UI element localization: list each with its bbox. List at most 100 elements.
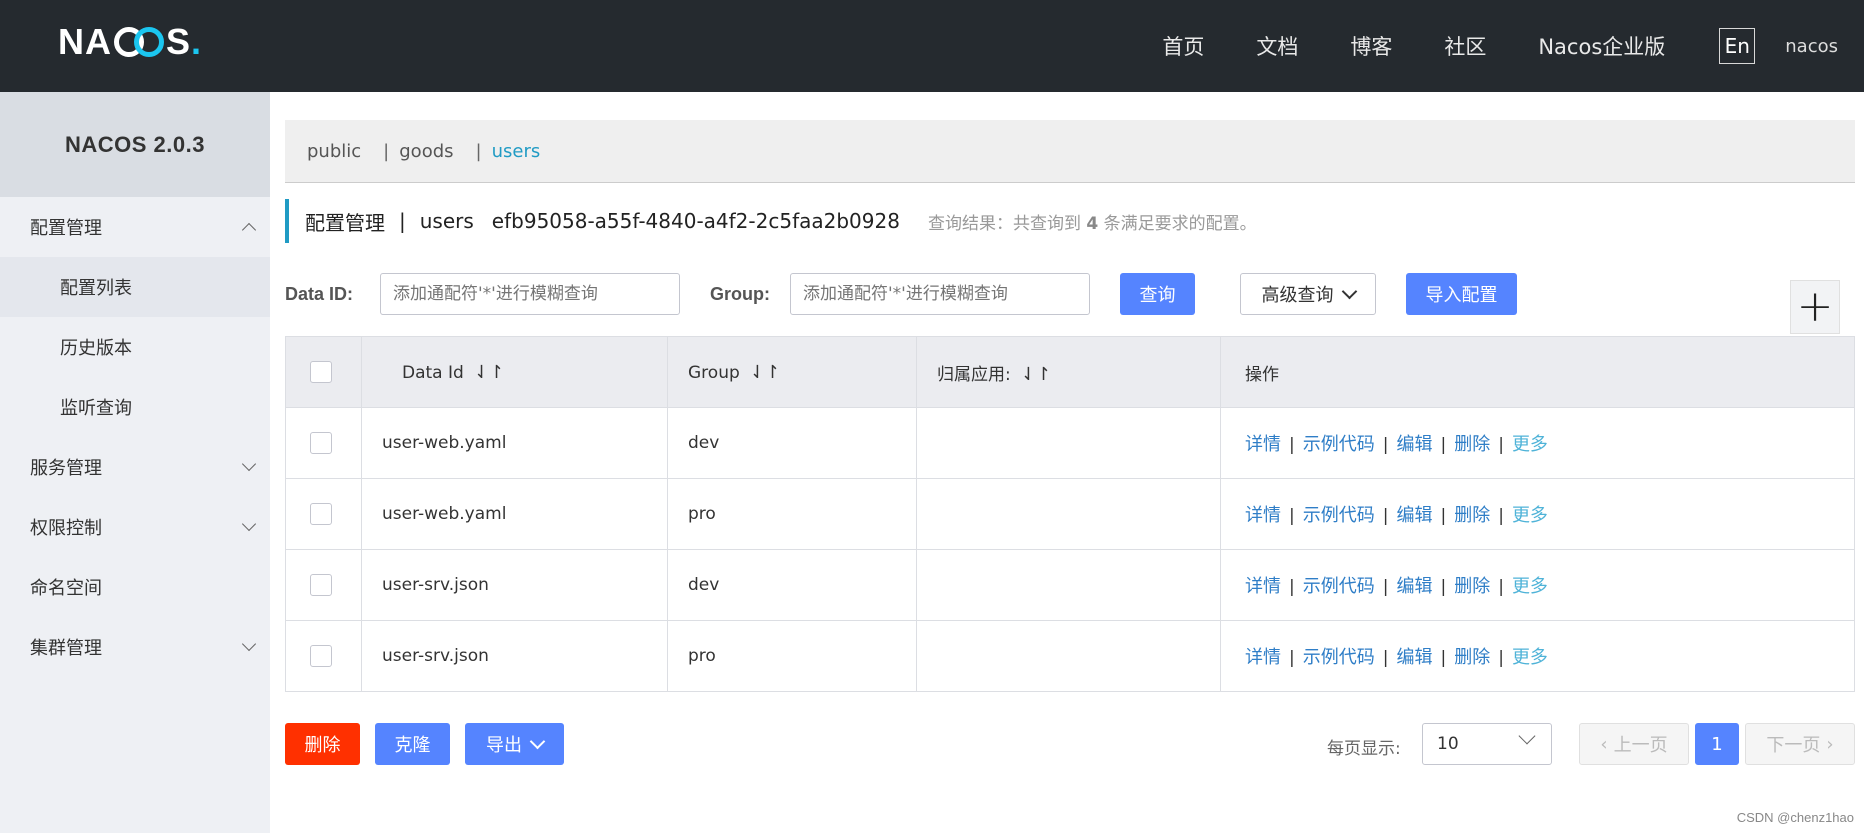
delete-link[interactable]: 删除 [1454, 505, 1490, 526]
sidebar-item-access-control[interactable]: 权限控制 [0, 497, 270, 557]
language-switch-button[interactable]: En [1719, 28, 1756, 64]
logo-text-right: S [166, 21, 192, 62]
op-separator: | [1382, 506, 1389, 526]
sidebar-item-listener-query[interactable]: 监听查询 [0, 377, 270, 437]
sidebar-item-namespace[interactable]: 命名空间 [0, 557, 270, 617]
query-button[interactable]: 查询 [1120, 273, 1195, 315]
sidebar-item-service-management[interactable]: 服务管理 [0, 437, 270, 497]
query-result-summary: 查询结果：共查询到 4 条满足要求的配置。 [927, 213, 1257, 234]
namespace-separator: | [475, 140, 482, 162]
sort-icon[interactable]: ⇃↾ [1021, 364, 1051, 385]
edit-link[interactable]: 编辑 [1396, 647, 1432, 668]
op-separator: | [1382, 577, 1389, 597]
group-value: dev [688, 575, 720, 595]
row-checkbox[interactable] [310, 432, 332, 454]
sample-code-link[interactable]: 示例代码 [1303, 576, 1375, 597]
group-cell: pro [667, 478, 917, 550]
import-config-button[interactable]: 导入配置 [1406, 273, 1517, 315]
edit-link[interactable]: 编辑 [1396, 505, 1432, 526]
chevron-down-icon [241, 456, 257, 472]
row-checkbox[interactable] [310, 503, 332, 525]
namespace-public[interactable]: public [307, 141, 361, 162]
data-id-input[interactable] [380, 273, 680, 315]
delete-link[interactable]: 删除 [1454, 434, 1490, 455]
table-row: user-srv.json dev 详情 | 示例代码 | 编辑 | 删除 | 更多 [285, 549, 1855, 621]
sidebar-item-config-management[interactable]: 配置管理 [0, 197, 270, 257]
page-title-namespace-id: efb95058-a55f-4840-a4f2-2c5faa2b0928 [491, 209, 900, 233]
header-label: Group [688, 362, 740, 383]
details-link[interactable]: 详情 [1245, 576, 1281, 597]
sidebar-item-label: 权限控制 [30, 518, 102, 539]
column-header-data-id[interactable]: Data Id ⇃↾ [361, 336, 668, 408]
chevron-right-icon: › [1826, 733, 1834, 755]
prev-page-button[interactable]: ‹ 上一页 [1579, 723, 1689, 765]
nav-community[interactable]: 社区 [1444, 31, 1486, 61]
more-link[interactable]: 更多 [1512, 434, 1548, 455]
sidebar-item-label: 配置管理 [30, 218, 102, 239]
namespace-goods[interactable]: goods [399, 141, 453, 162]
advanced-query-button[interactable]: 高级查询 [1240, 273, 1376, 315]
sidebar-item-cluster-management[interactable]: 集群管理 [0, 617, 270, 677]
op-separator: | [1498, 577, 1504, 597]
sort-icon[interactable]: ⇃↾ [750, 362, 780, 383]
sidebar: NACOS 2.0.3 配置管理 配置列表 历史版本 监听查询 服务管理 权限控… [0, 92, 270, 833]
nav-blog[interactable]: 博客 [1350, 31, 1392, 61]
page-size-select[interactable]: 10 [1422, 723, 1552, 765]
nav-home[interactable]: 首页 [1162, 31, 1204, 61]
sidebar-item-config-list[interactable]: 配置列表 [0, 257, 270, 317]
page-title-section: 配置管理 [305, 210, 385, 235]
group-cell: dev [667, 549, 917, 621]
delete-link[interactable]: 删除 [1454, 576, 1490, 597]
user-menu[interactable]: nacos [1785, 36, 1838, 57]
operations-cell: 详情 | 示例代码 | 编辑 | 删除 | 更多 [1220, 478, 1855, 550]
edit-link[interactable]: 编辑 [1396, 576, 1432, 597]
add-config-button[interactable]: + [1790, 280, 1840, 334]
sample-code-link[interactable]: 示例代码 [1303, 505, 1375, 526]
nav-docs[interactable]: 文档 [1256, 31, 1298, 61]
group-label: Group: [710, 284, 770, 304]
title-separator: | [399, 209, 406, 233]
sidebar-item-label: 监听查询 [60, 398, 132, 419]
op-separator: | [1498, 435, 1504, 455]
select-all-checkbox[interactable] [310, 361, 332, 383]
delete-link[interactable]: 删除 [1454, 647, 1490, 668]
operations-cell: 详情 | 示例代码 | 编辑 | 删除 | 更多 [1220, 407, 1855, 479]
op-separator: | [1498, 648, 1504, 668]
namespace-bar: public | goods | users [285, 120, 1855, 183]
export-button[interactable]: 导出 [465, 723, 564, 765]
config-table: Data Id ⇃↾ Group ⇃↾ 归属应用: ⇃↾ 操作 user-web.ya… [285, 336, 1855, 692]
row-checkbox[interactable] [310, 574, 332, 596]
page-title-namespace: users [419, 209, 474, 233]
data-id-value: user-web.yaml [382, 504, 507, 524]
clone-button[interactable]: 克隆 [375, 723, 450, 765]
group-input[interactable] [790, 273, 1090, 315]
row-checkbox[interactable] [310, 645, 332, 667]
prev-page-label: 上一页 [1613, 735, 1668, 756]
details-link[interactable]: 详情 [1245, 647, 1281, 668]
more-link[interactable]: 更多 [1512, 505, 1548, 526]
more-link[interactable]: 更多 [1512, 576, 1548, 597]
details-link[interactable]: 详情 [1245, 505, 1281, 526]
sample-code-link[interactable]: 示例代码 [1303, 647, 1375, 668]
column-header-group[interactable]: Group ⇃↾ [667, 336, 917, 408]
sidebar-item-label: 历史版本 [60, 338, 132, 359]
sort-icon[interactable]: ⇃↾ [474, 362, 504, 383]
page-1-button[interactable]: 1 [1695, 723, 1739, 765]
next-page-button[interactable]: 下一页 › [1745, 723, 1855, 765]
sidebar-item-history[interactable]: 历史版本 [0, 317, 270, 377]
namespace-users[interactable]: users [492, 141, 541, 162]
op-separator: | [1498, 506, 1504, 526]
chevron-up-icon [241, 222, 257, 238]
delete-button[interactable]: 删除 [285, 723, 360, 765]
op-separator: | [1289, 435, 1295, 455]
more-link[interactable]: 更多 [1512, 647, 1548, 668]
nav-enterprise[interactable]: Nacos企业版 [1538, 31, 1665, 61]
edit-link[interactable]: 编辑 [1396, 434, 1432, 455]
nacos-logo[interactable]: NA S . [58, 21, 202, 62]
column-header-app[interactable]: 归属应用: ⇃↾ [916, 336, 1221, 408]
details-link[interactable]: 详情 [1245, 434, 1281, 455]
row-select-cell [285, 478, 362, 550]
sidebar-item-label: 配置列表 [60, 278, 132, 299]
next-page-label: 下一页 [1766, 735, 1821, 756]
sample-code-link[interactable]: 示例代码 [1303, 434, 1375, 455]
